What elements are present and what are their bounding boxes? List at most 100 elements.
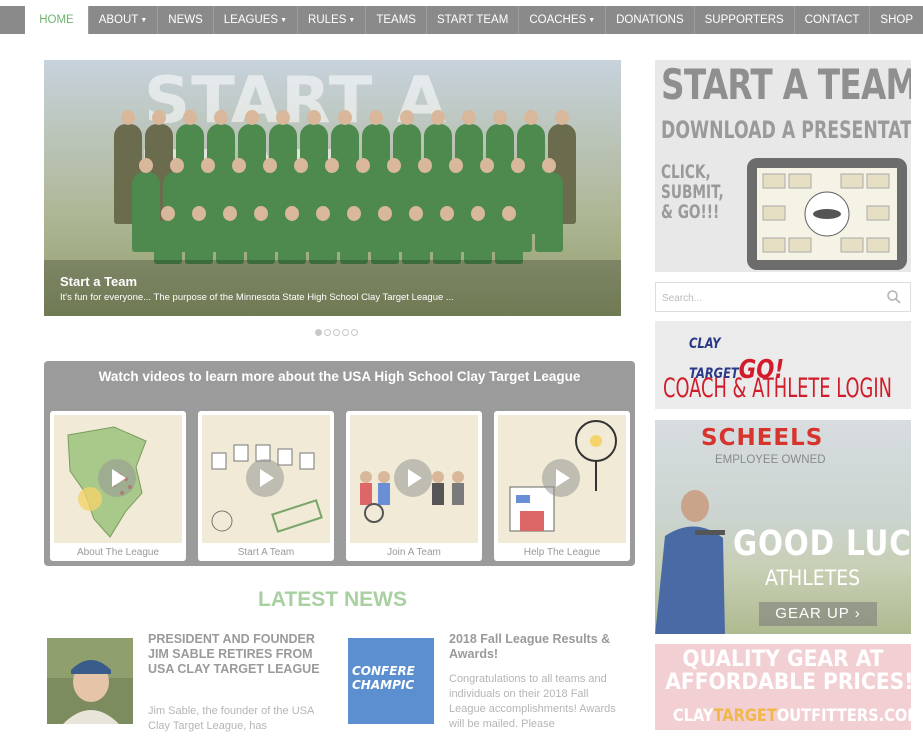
nav-item-contact[interactable]: CONTACT: [795, 6, 871, 34]
clay-target-go-login-ad[interactable]: CLAY TARGETGO! COACH & ATHLETE LOGIN: [655, 321, 911, 409]
url-part: TARGET: [713, 706, 777, 726]
videos-section: Watch videos to learn more about the USA…: [44, 361, 635, 566]
nav-item-about[interactable]: ABOUT ▼: [89, 6, 159, 34]
play-icon[interactable]: [98, 459, 136, 497]
video-label: Join A Team: [387, 547, 441, 558]
play-icon[interactable]: [394, 459, 432, 497]
play-icon[interactable]: [246, 459, 284, 497]
nav-item-leagues[interactable]: LEAGUES ▼: [214, 6, 299, 34]
team-member: [433, 206, 461, 264]
caret-down-icon: ▼: [140, 16, 148, 24]
nav-label: CONTACT: [804, 14, 860, 26]
video-thumbnail[interactable]: [498, 415, 626, 543]
slider-dot[interactable]: [351, 329, 358, 336]
logo-clay: CLAY: [689, 336, 721, 352]
nav-item-supporters[interactable]: SUPPORTERS: [695, 6, 795, 34]
nav-label: SUPPORTERS: [704, 14, 784, 26]
nav-label: NEWS: [168, 14, 203, 26]
team-member: [402, 206, 430, 264]
team-member: [535, 158, 563, 252]
video-card-help-league[interactable]: Help The League: [494, 411, 630, 561]
good-luck-text: GOOD LUCK: [733, 524, 911, 564]
team-member: [495, 206, 523, 264]
main-nav: HOME ABOUT ▼ NEWS LEAGUES ▼ RULES ▼ TEAMS S…: [0, 6, 923, 34]
video-card-start-team[interactable]: Start A Team: [198, 411, 334, 561]
athletes-text: ATHLETES: [765, 566, 861, 590]
video-label: Start A Team: [237, 547, 295, 558]
nav-label: HOME: [39, 14, 74, 26]
scheels-logo: SCHEELS: [701, 425, 824, 451]
caret-down-icon: ▼: [280, 16, 288, 24]
slider-dot[interactable]: [324, 329, 331, 336]
slider-dot[interactable]: [342, 329, 349, 336]
ad-cta-line: SUBMIT,: [661, 181, 724, 203]
team-member: [278, 206, 306, 264]
video-thumbnail[interactable]: [350, 415, 478, 543]
search-icon[interactable]: [886, 289, 902, 305]
quality-line: QUALITY GEAR AT: [682, 647, 884, 672]
nav-item-coaches[interactable]: COACHES ▼: [519, 6, 607, 34]
slider-dot[interactable]: [333, 329, 340, 336]
search-box: [655, 282, 911, 312]
team-member: [216, 206, 244, 264]
hero-caption-title[interactable]: Start a Team: [60, 274, 605, 289]
video-card-about[interactable]: About The League: [50, 411, 186, 561]
nav-item-donations[interactable]: DONATIONS: [606, 6, 695, 34]
hero-caption[interactable]: Start a Team It's fun for everyone... Th…: [44, 260, 621, 316]
nav-label: TEAMS: [376, 14, 416, 26]
scheels-tagline: EMPLOYEE OWNED: [715, 454, 826, 466]
slider-dot[interactable]: [315, 329, 322, 336]
team-member: [464, 206, 492, 264]
nav-item-home[interactable]: HOME: [25, 6, 89, 34]
scheels-ad[interactable]: SCHEELS EMPLOYEE OWNED GOOD LUCK ATHLETE…: [655, 420, 911, 634]
play-icon[interactable]: [542, 459, 580, 497]
coach-athlete-login-text: COACH & ATHLETE LOGIN: [663, 373, 892, 404]
nav-item-teams[interactable]: TEAMS: [366, 6, 427, 34]
nav-item-rules[interactable]: RULES ▼: [298, 6, 367, 34]
team-member: [371, 206, 399, 264]
news-photo-founder[interactable]: [47, 638, 133, 724]
videos-title: Watch videos to learn more about the USA…: [98, 369, 581, 384]
team-member: [154, 206, 182, 264]
gear-up-button[interactable]: GEAR UP ›: [759, 602, 877, 626]
news-title[interactable]: PRESIDENT AND FOUNDER JIM SABLE RETIRES …: [148, 632, 326, 677]
video-thumbnail[interactable]: [202, 415, 330, 543]
tablet-icon: [747, 158, 907, 270]
video-thumbnail[interactable]: [54, 415, 182, 543]
nav-item-shop[interactable]: SHOP: [870, 6, 923, 34]
clay-target-outfitters-ad[interactable]: QUALITY GEAR AT AFFORDABLE PRICES! CLAYT…: [655, 644, 911, 730]
hero-caption-text: It's fun for everyone... The purpose of …: [60, 292, 454, 303]
nav-label: RULES: [308, 14, 347, 26]
nav-label: LEAGUES: [223, 14, 279, 26]
video-card-join-team[interactable]: Join A Team: [346, 411, 482, 561]
team-member: [185, 206, 213, 264]
shooter-silhouette: [655, 490, 725, 634]
url-part: CLAY: [672, 706, 714, 726]
news-title[interactable]: 2018 Fall League Results & Awards!: [449, 632, 627, 662]
news-photo-conference[interactable]: CONFERE CHAMPIC: [348, 638, 434, 724]
caret-down-icon: ▼: [348, 16, 356, 24]
start-team-ad[interactable]: START A TEAM! DOWNLOAD A PRESENTATION CL…: [655, 60, 911, 272]
hero-slider[interactable]: START A TEAM: [44, 60, 621, 316]
nav-item-news[interactable]: NEWS: [158, 6, 214, 34]
nav-item-start-team[interactable]: START TEAM: [427, 6, 520, 34]
video-label: About The League: [76, 547, 160, 558]
nav-label: START TEAM: [436, 14, 509, 26]
team-member: [247, 206, 275, 264]
presentation-slides-illustration: [762, 173, 890, 253]
search-input[interactable]: [662, 289, 872, 307]
team-member: [309, 206, 337, 264]
team-photo-front-row: [154, 206, 526, 264]
video-label: Help The League: [523, 547, 601, 558]
ad-cta-line: CLICK,: [661, 161, 711, 183]
outfitters-url: CLAYTARGETOUTFITTERS.COM: [672, 706, 911, 726]
nav-label: COACHES: [529, 14, 587, 26]
nav-label: ABOUT: [98, 14, 139, 26]
nav-label: DONATIONS: [616, 14, 684, 26]
nav-label: SHOP: [880, 14, 913, 26]
quality-line: AFFORDABLE PRICES!: [665, 670, 911, 695]
latest-news-heading: LATEST NEWS: [258, 588, 407, 611]
ad-headline: START A TEAM!: [661, 60, 911, 109]
caret-down-icon: ▼: [588, 16, 596, 24]
